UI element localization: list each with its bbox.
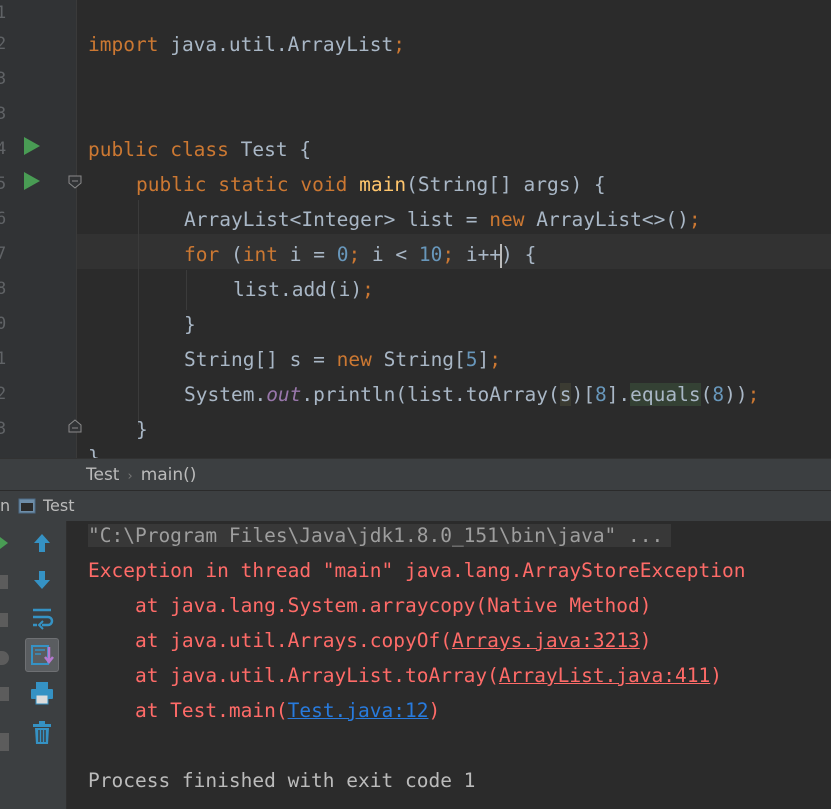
run-tool-window-title: n <box>0 496 11 515</box>
code-line-list-init[interactable]: ArrayList<Integer> list = new ArrayList<… <box>184 202 701 237</box>
fold-collapse-icon[interactable] <box>67 174 83 190</box>
console-line-exit: Process finished with exit code 1 <box>88 769 476 792</box>
console-output[interactable]: "C:\Program Files\Java\jdk1.8.0_151\bin\… <box>67 521 831 809</box>
breadcrumb-method[interactable]: main() <box>141 465 197 485</box>
code-line-class-decl[interactable]: public class Test { <box>88 132 311 167</box>
printer-icon <box>31 682 53 705</box>
line-number: 2 <box>0 384 7 404</box>
pause-icon[interactable] <box>0 613 8 627</box>
console-line-stacktrace: at java.util.ArrayList.toArray(ArrayList… <box>88 664 722 687</box>
line-number: 6 <box>0 209 7 229</box>
arrow-down-icon <box>34 571 50 589</box>
run-main-icon[interactable] <box>24 172 40 190</box>
console-line-stacktrace: at java.util.Arrays.copyOf(Arrays.java:3… <box>88 629 652 652</box>
console-line-stacktrace: at Test.main(Test.java:12) <box>88 699 441 722</box>
settings-icon[interactable] <box>0 687 9 701</box>
line-number: 1 <box>0 349 7 369</box>
line-number: 8 <box>0 279 7 299</box>
code-line-import[interactable]: import java.util.ArrayList; <box>88 27 405 62</box>
line-number: 3 <box>0 104 7 124</box>
breadcrumb: Test › main() <box>0 458 831 491</box>
soft-wrap-icon <box>33 608 54 630</box>
scroll-to-end-icon <box>31 645 54 665</box>
code-line-list-add[interactable]: list.add(i); <box>233 272 374 307</box>
clear-all-button[interactable] <box>26 717 58 749</box>
trash-icon <box>33 721 51 744</box>
code-line-close-for[interactable]: } <box>184 307 196 342</box>
line-number: 3 <box>0 419 7 439</box>
editor-gutter: 1 2 3 3 4 5 6 7 8 0 1 2 3 <box>0 0 82 458</box>
scroll-down-button[interactable] <box>26 564 58 596</box>
code-line-close-class[interactable]: } <box>88 440 100 458</box>
code-line-for-loop[interactable]: for (int i = 0; i < 10; i++) { <box>184 237 536 272</box>
run-class-icon[interactable] <box>24 137 40 155</box>
line-number: 0 <box>0 314 7 334</box>
indent-guide <box>186 270 187 310</box>
line-number: 5 <box>0 174 7 194</box>
code-line-string-array[interactable]: String[] s = new String[5]; <box>184 342 501 377</box>
code-line-close-main[interactable]: } <box>136 412 148 447</box>
run-tab-test[interactable]: Test <box>43 491 75 521</box>
breadcrumb-separator: › <box>127 469 133 484</box>
fold-end-icon[interactable] <box>67 418 83 434</box>
indent-guide <box>138 200 139 425</box>
print-button[interactable] <box>26 677 58 709</box>
code-editor[interactable]: 1 2 3 3 4 5 6 7 8 0 1 2 3 import java.ut… <box>0 0 831 458</box>
line-number: 4 <box>0 139 7 159</box>
code-line-main-decl[interactable]: public static void main(String[] args) { <box>136 167 606 202</box>
soft-wrap-button[interactable] <box>26 601 58 633</box>
console-tab-icon <box>18 498 36 514</box>
line-number: 7 <box>0 244 7 264</box>
line-number: 2 <box>0 34 7 54</box>
run-toolbar-left <box>0 521 16 809</box>
rerun-icon[interactable] <box>0 537 8 549</box>
code-line-println[interactable]: System.out.println(list.toArray(s)[8].eq… <box>184 377 759 412</box>
line-number: 3 <box>0 69 7 89</box>
scroll-up-button[interactable] <box>26 527 58 559</box>
arrow-up-icon <box>34 534 50 552</box>
stacktrace-link-source[interactable]: Test.java:12 <box>288 699 429 722</box>
console-line-stacktrace: at java.lang.System.arraycopy(Native Met… <box>88 594 652 617</box>
scroll-to-end-button[interactable] <box>25 638 59 672</box>
breadcrumb-class[interactable]: Test <box>86 465 119 485</box>
stacktrace-link[interactable]: ArrayList.java:411 <box>499 664 710 687</box>
console-line-command: "C:\Program Files\Java\jdk1.8.0_151\bin\… <box>88 518 672 553</box>
stacktrace-link[interactable]: Arrays.java:3213 <box>452 629 640 652</box>
console-line-exception: Exception in thread "main" java.lang.Arr… <box>88 559 746 582</box>
dump-threads-icon[interactable] <box>0 651 9 665</box>
stop-icon[interactable] <box>0 575 8 589</box>
run-toolbar <box>16 521 67 809</box>
pin-icon[interactable] <box>0 733 9 751</box>
